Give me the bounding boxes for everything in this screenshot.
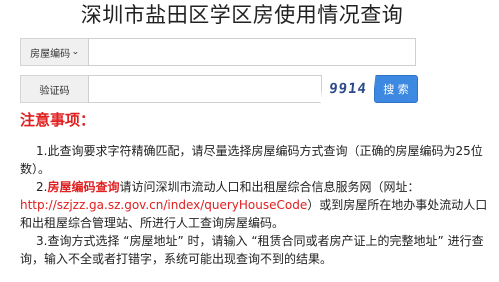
captcha-label: 验证码 (20, 75, 88, 103)
notice-item-1: 1.此查询要求字符精确匹配，请尽量选择房屋编码方式查询（正确的房屋编码为25位数… (20, 144, 483, 176)
captcha-input[interactable] (88, 75, 322, 103)
house-code-row: 房屋编码 ⌄ (20, 38, 416, 66)
captcha-image[interactable]: 9914 (320, 75, 376, 103)
house-code-query-link[interactable]: http://szjzz.ga.sz.gov.cn/index/queryHou… (20, 198, 307, 212)
notice-item-2-prefix: 2. (36, 180, 48, 194)
notice-item-2-highlight: 房屋编码查询 (47, 180, 120, 194)
page-title: 深圳市盐田区学区房使用情况查询 (80, 3, 404, 27)
notice-item-3: 3.查询方式选择 “房屋地址” 时，请输入 “租赁合同或者房产证上的完整地址” … (20, 234, 484, 266)
notice-heading: 注意事项： (20, 111, 96, 129)
chevron-down-icon: ⌄ (71, 47, 80, 56)
notice-item-2-text-before-link: 请访问深圳市流动人口和出租屋综合信息服务网（网址： (119, 180, 420, 194)
house-type-select[interactable]: 房屋编码 ⌄ (20, 38, 88, 66)
captcha-row: 验证码 9914 搜 索 (20, 75, 418, 103)
house-type-select-label: 房屋编码 (30, 48, 71, 60)
house-code-input[interactable] (88, 38, 416, 66)
notice-item-2: 2.房屋编码查询请访问深圳市流动人口和出租屋综合信息服务网（网址： http://… (20, 178, 492, 232)
search-button[interactable]: 搜 索 (374, 75, 418, 103)
notice-body: 1.此查询要求字符精确匹配，请尽量选择房屋编码方式查询（正确的房屋编码为25位数… (20, 142, 492, 268)
